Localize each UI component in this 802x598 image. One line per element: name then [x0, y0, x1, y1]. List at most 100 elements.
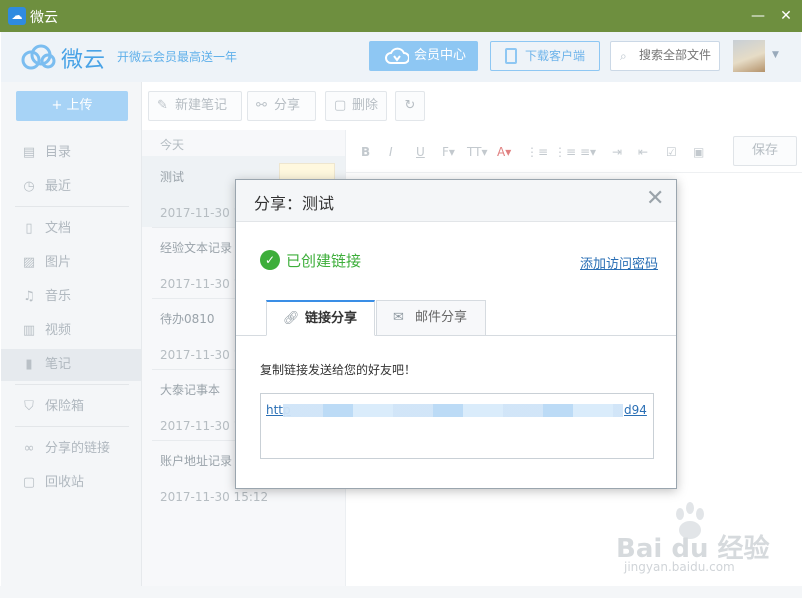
link-icon: ∞ — [23, 441, 35, 456]
sidebar-item-safe[interactable]: ⛉ 保险箱 — [1, 391, 141, 423]
sidebar-item-label: 目录 — [45, 145, 72, 160]
tab-link-share[interactable]: 🔗︎ 链接分享 — [266, 300, 375, 336]
italic-button[interactable]: I — [389, 145, 393, 159]
redacted-link-mask — [283, 404, 623, 417]
sidebar-item-music[interactable]: ♫ 音乐 — [1, 281, 141, 313]
new-note-icon: ✎ — [157, 98, 168, 113]
date-group-header: 今天 — [160, 138, 185, 152]
add-password-link[interactable]: 添加访问密码 — [580, 253, 658, 272]
window-title: 微云 — [30, 10, 58, 26]
sidebar-divider — [15, 384, 129, 385]
sidebar-item-label: 文档 — [45, 221, 72, 236]
sidebar-item-label: 视频 — [45, 323, 72, 338]
window-titlebar: ☁ 微云 — ✕ — [0, 0, 802, 32]
note-title: 待办0810 — [160, 312, 215, 326]
insert-image-button[interactable]: ▣ — [693, 145, 704, 159]
note-date: 2017-11-30 15:12 — [160, 490, 269, 504]
note-title: 经验文本记录 — [160, 241, 233, 255]
sidebar-item-label: 回收站 — [45, 475, 85, 490]
share-button[interactable]: ⚯ 分享 — [247, 91, 316, 121]
logo-text: 微云 — [61, 48, 106, 73]
editor-toolbar-divider — [346, 172, 802, 173]
app-header: 微云 开微云会员最高送一年 会员中心 下载客户端 ⌕ ▼ — [1, 32, 801, 82]
sidebar-item-label: 最近 — [45, 179, 72, 194]
upload-button[interactable]: + 上传 — [16, 91, 128, 121]
sidebar-item-label: 笔记 — [45, 357, 72, 372]
align-dropdown[interactable]: ≡▾ — [580, 145, 596, 159]
catalog-icon: ▤ — [22, 145, 36, 160]
save-button[interactable]: 保存 — [733, 136, 797, 166]
avatar[interactable] — [733, 40, 765, 72]
new-note-button[interactable]: ✎ 新建笔记 — [148, 91, 242, 121]
note-date: 2017-11-30 1 — [160, 348, 242, 362]
sidebar-item-recycle-bin[interactable]: ▢ 回收站 — [1, 467, 141, 499]
download-client-button[interactable]: 下载客户端 — [490, 41, 600, 71]
share-icon: ⚯ — [256, 98, 267, 113]
note-title: 大泰记事本 — [160, 383, 221, 397]
close-window-button[interactable]: ✕ — [776, 6, 796, 26]
video-icon: ▥ — [22, 323, 36, 338]
link-icon: 🔗︎ — [283, 311, 300, 326]
font-family-dropdown[interactable]: F▾ — [442, 145, 455, 159]
note-title: 测试 — [160, 170, 185, 184]
note-toolbar: ✎ 新建笔记 ⚯ 分享 ▢ 删除 ↻ — [142, 82, 802, 130]
note-date: 2017-11-30 1 — [160, 277, 242, 291]
note-date: 2017-11-30 1 — [160, 206, 242, 220]
underline-button[interactable]: U — [416, 145, 425, 159]
note-title: 账户地址记录 — [160, 454, 233, 468]
trash-icon: ▢ — [22, 475, 36, 490]
search-box[interactable]: ⌕ — [610, 41, 720, 71]
dialog-header: 分享：测试 ✕ — [236, 180, 676, 222]
sidebar-item-label: 图片 — [45, 255, 72, 270]
vip-promo-link[interactable]: 开微云会员最高送一年 — [117, 48, 237, 65]
delete-button[interactable]: ▢ 删除 — [325, 91, 387, 121]
sidebar-item-shared-links[interactable]: ∞ 分享的链接 — [1, 433, 141, 465]
close-icon[interactable]: ✕ — [646, 188, 664, 210]
sidebar-item-label: 保险箱 — [45, 399, 85, 414]
sidebar-item-catalog[interactable]: ▤ 目录 — [1, 137, 141, 169]
sidebar-item-recent[interactable]: ◷ 最近 — [1, 171, 141, 203]
share-link-field[interactable]: http d94 — [260, 393, 654, 459]
copy-hint: 复制链接发送给您的好友吧！ — [260, 363, 417, 377]
sidebar: + 上传 ▤ 目录 ◷ 最近 ▯ 文档 ▨ 图片 ♫ 音乐 ▥ 视频 ▮ 笔记 … — [1, 82, 142, 598]
numbered-list-button[interactable]: ⋮≡ — [554, 145, 576, 159]
weiyun-logo-icon — [21, 44, 56, 70]
check-icon: ✓ — [260, 250, 280, 270]
share-dialog: 分享：测试 ✕ ✓ 已创建链接 添加访问密码 🔗︎ 链接分享 ✉ 邮件分享 复制… — [235, 179, 677, 489]
sidebar-item-documents[interactable]: ▯ 文档 — [1, 213, 141, 245]
sidebar-divider — [15, 426, 129, 427]
sidebar-item-label: 分享的链接 — [45, 441, 111, 456]
font-color-dropdown[interactable]: A▾ — [497, 145, 511, 159]
dialog-title: 分享：测试 — [254, 194, 335, 213]
delete-label: 删除 — [352, 98, 379, 113]
note-date: 2017-11-30 1 — [160, 419, 242, 433]
shield-icon: ⛉ — [24, 399, 34, 414]
chevron-down-icon[interactable]: ▼ — [772, 50, 779, 60]
sidebar-item-images[interactable]: ▨ 图片 — [1, 247, 141, 279]
vip-center-button[interactable]: 会员中心 — [369, 41, 478, 71]
tab-email-share[interactable]: ✉ 邮件分享 — [376, 300, 486, 336]
image-icon: ▨ — [22, 255, 36, 270]
font-size-dropdown[interactable]: TT▾ — [467, 145, 487, 159]
bullet-list-button[interactable]: ⋮≡ — [526, 145, 548, 159]
tab-label: 链接分享 — [305, 311, 358, 326]
minimize-button[interactable]: — — [748, 6, 768, 26]
search-input[interactable] — [639, 48, 719, 62]
app-cloud-icon: ☁ — [8, 7, 26, 25]
mail-icon: ✉ — [393, 310, 404, 325]
indent-button[interactable]: ⇥ — [612, 145, 622, 159]
status-bar — [0, 586, 802, 598]
vip-center-label: 会员中心 — [414, 48, 467, 63]
share-link-end[interactable]: d94 — [624, 403, 647, 417]
checkbox-button[interactable]: ☑ — [666, 145, 677, 159]
refresh-button[interactable]: ↻ — [395, 91, 425, 121]
sidebar-item-notes[interactable]: ▮ 笔记 — [1, 349, 141, 381]
sidebar-item-video[interactable]: ▥ 视频 — [1, 315, 141, 347]
refresh-icon: ↻ — [404, 98, 416, 113]
note-icon: ▮ — [25, 357, 33, 372]
bold-button[interactable]: B — [361, 145, 370, 159]
search-icon: ⌕ — [620, 49, 627, 63]
sidebar-item-label: 音乐 — [45, 289, 72, 304]
music-icon: ♫ — [23, 289, 35, 304]
outdent-button[interactable]: ⇤ — [638, 145, 648, 159]
